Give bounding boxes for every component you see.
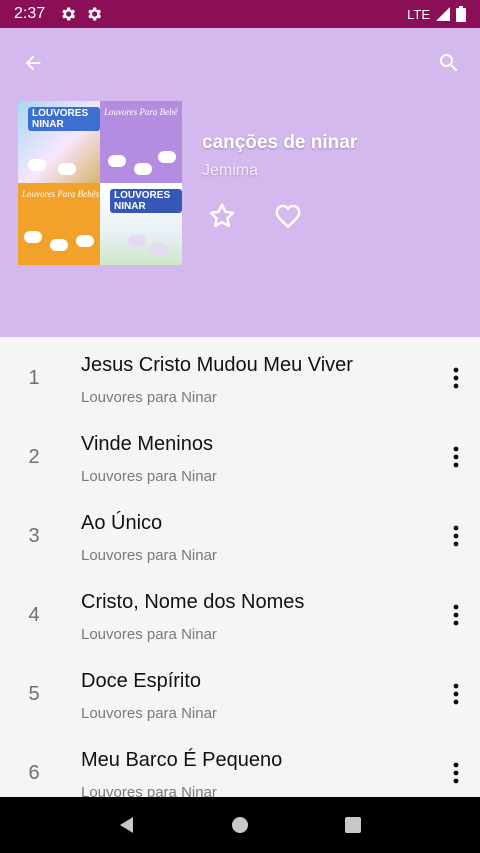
track-subtitle: Louvores para Ninar xyxy=(81,547,217,564)
track-title: Vinde Meninos xyxy=(81,433,213,455)
track-menu-button[interactable] xyxy=(444,600,468,630)
cover-tile-text: LOUVORES NINAR xyxy=(28,107,100,131)
album-cover: LOUVORES NINAR Louvores Para Bebê Louvor… xyxy=(18,101,182,265)
album-title: canções de ninar xyxy=(202,132,358,153)
track-menu-button[interactable] xyxy=(444,679,468,709)
arrow-back-icon xyxy=(25,55,41,71)
status-time: 2:37 xyxy=(14,5,46,22)
track-title: Cristo, Nome dos Nomes xyxy=(81,591,305,613)
cover-tile: LOUVORES NINAR xyxy=(100,183,182,265)
track-row[interactable]: 3 Ao Único Louvores para Ninar xyxy=(0,495,480,574)
signal-icon xyxy=(436,7,450,21)
track-subtitle: Louvores para Ninar xyxy=(81,784,217,797)
track-number: 4 xyxy=(28,604,40,626)
settings-gear-icon xyxy=(62,7,76,21)
settings-gear-icon-2 xyxy=(88,7,102,21)
more-vert-icon xyxy=(453,367,459,389)
track-title: Jesus Cristo Mudou Meu Viver xyxy=(81,354,353,376)
more-vert-icon xyxy=(453,762,459,784)
more-vert-icon xyxy=(453,446,459,468)
nav-home-circle-icon xyxy=(231,817,248,833)
star-outline-icon xyxy=(209,203,235,228)
track-number: 1 xyxy=(28,367,40,389)
track-menu-button[interactable] xyxy=(444,758,468,788)
more-vert-icon xyxy=(453,604,459,626)
battery-icon xyxy=(456,6,466,22)
cover-tile: Louvores Para Bebê xyxy=(100,101,182,183)
nav-recents-button[interactable] xyxy=(338,810,368,840)
track-list: 1 Jesus Cristo Mudou Meu Viver Louvores … xyxy=(0,337,480,797)
track-subtitle: Louvores para Ninar xyxy=(81,389,217,406)
status-bar: 2:37 LTE xyxy=(0,0,480,28)
album-header: LOUVORES NINAR Louvores Para Bebê Louvor… xyxy=(0,28,480,337)
cover-tile-text: Louvores Para Bebê xyxy=(104,107,178,117)
more-vert-icon xyxy=(453,525,459,547)
back-button[interactable] xyxy=(18,48,48,78)
cover-tile-text: Louvores Para Bebês xyxy=(22,189,100,199)
track-row[interactable]: 5 Doce Espírito Louvores para Ninar xyxy=(0,653,480,732)
track-menu-button[interactable] xyxy=(444,521,468,551)
like-heart-button[interactable] xyxy=(270,199,306,233)
track-number: 6 xyxy=(28,762,40,784)
cover-tile-text: LOUVORES NINAR xyxy=(110,189,182,213)
track-row[interactable]: 1 Jesus Cristo Mudou Meu Viver Louvores … xyxy=(0,337,480,416)
cover-tile: LOUVORES NINAR xyxy=(18,101,100,183)
track-row[interactable]: 4 Cristo, Nome dos Nomes Louvores para N… xyxy=(0,574,480,653)
favorite-star-button[interactable] xyxy=(205,199,239,233)
track-title: Doce Espírito xyxy=(81,670,202,692)
search-icon xyxy=(439,54,458,72)
album-artist[interactable]: Jemima xyxy=(202,162,258,180)
heart-outline-icon xyxy=(275,204,301,229)
track-menu-button[interactable] xyxy=(444,442,468,472)
track-number: 2 xyxy=(28,446,40,468)
track-number: 3 xyxy=(28,525,40,547)
nav-back-triangle-icon xyxy=(119,817,133,833)
track-title: Meu Barco É Pequeno xyxy=(81,749,283,771)
track-subtitle: Louvores para Ninar xyxy=(81,705,217,722)
cover-tile: Louvores Para Bebês xyxy=(18,183,100,265)
track-number: 5 xyxy=(28,683,40,705)
nav-home-button[interactable] xyxy=(225,810,255,840)
nav-back-button[interactable] xyxy=(112,810,142,840)
search-button[interactable] xyxy=(434,48,464,78)
system-nav-bar xyxy=(0,797,480,853)
nav-recents-square-icon xyxy=(345,817,362,833)
track-subtitle: Louvores para Ninar xyxy=(81,626,217,643)
track-row[interactable]: 6 Meu Barco É Pequeno Louvores para Nina… xyxy=(0,732,480,797)
network-type: LTE xyxy=(407,6,430,22)
track-row[interactable]: 2 Vinde Meninos Louvores para Ninar xyxy=(0,416,480,495)
track-menu-button[interactable] xyxy=(444,363,468,393)
more-vert-icon xyxy=(453,683,459,705)
track-title: Ao Único xyxy=(81,512,163,534)
track-subtitle: Louvores para Ninar xyxy=(81,468,217,485)
